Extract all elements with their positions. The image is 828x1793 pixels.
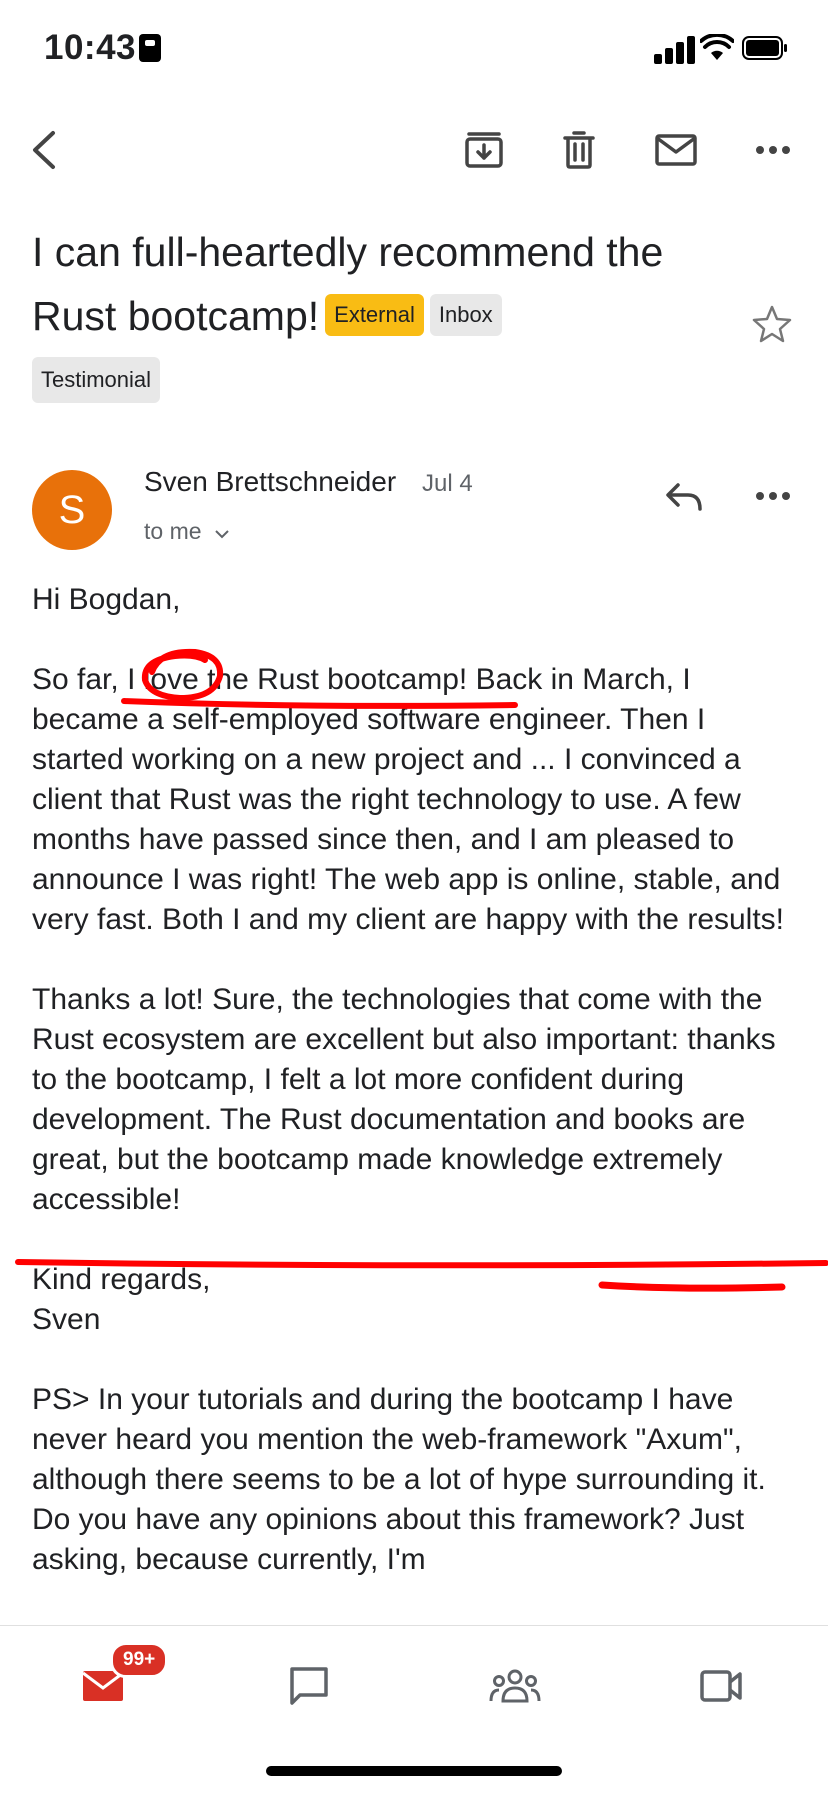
home-indicator[interactable]	[266, 1766, 562, 1776]
more-options-button[interactable]	[745, 122, 801, 178]
sim-card-icon	[139, 34, 161, 62]
status-time: 10:43	[44, 28, 137, 67]
mark-unread-button[interactable]	[648, 122, 704, 178]
email-body: Hi Bogdan, So far, I love the Rust bootc…	[32, 580, 802, 1620]
label-inbox[interactable]: Inbox	[429, 294, 502, 337]
chat-icon	[290, 1667, 328, 1705]
email-date: Jul 4	[422, 470, 473, 497]
mail-unread-badge: 99+	[110, 1642, 169, 1678]
avatar[interactable]: S	[32, 470, 112, 550]
archive-button[interactable]	[456, 122, 512, 178]
back-button[interactable]	[16, 122, 72, 178]
mail-icon	[655, 134, 697, 166]
spaces-icon	[489, 1669, 541, 1703]
video-icon	[700, 1670, 742, 1702]
trash-icon	[563, 131, 595, 169]
paragraph-1: So far, I love the Rust bootcamp! Back i…	[32, 660, 802, 940]
reply-icon	[666, 483, 702, 511]
more-icon	[756, 146, 790, 154]
nav-spaces[interactable]	[480, 1656, 550, 1716]
recipient-details-toggle[interactable]: to me	[144, 518, 230, 545]
label-row: Testimonial	[32, 357, 161, 403]
para1-rest: Back in March, I became a self-employed …	[32, 663, 785, 936]
sender-name[interactable]: Sven Brettschneider	[144, 466, 396, 498]
email-subject: I can full-heartedly recommend the Rust …	[32, 220, 732, 348]
postscript: PS> In your tutorials and during the boo…	[32, 1383, 766, 1576]
delete-button[interactable]	[551, 122, 607, 178]
chevron-down-icon	[215, 530, 229, 539]
star-button[interactable]	[744, 296, 800, 352]
more-icon	[756, 492, 790, 500]
closing-2: Sven	[32, 1303, 101, 1336]
nav-chat[interactable]	[274, 1656, 344, 1716]
greeting: Hi Bogdan,	[32, 583, 181, 616]
closing-1: Kind regards,	[32, 1263, 211, 1296]
wifi-icon	[700, 34, 734, 60]
nav-meet[interactable]	[686, 1656, 756, 1716]
message-more-button[interactable]	[745, 468, 801, 524]
label-testimonial[interactable]: Testimonial	[32, 357, 161, 403]
star-icon	[752, 305, 792, 343]
paragraph-2: Thanks a lot! Sure, the technologies tha…	[32, 980, 802, 1220]
battery-icon	[742, 36, 787, 60]
recipient-text: to me	[144, 518, 202, 544]
archive-icon	[465, 132, 503, 168]
label-external[interactable]: External	[325, 294, 424, 337]
back-arrow-icon	[33, 131, 55, 169]
reply-button[interactable]	[656, 468, 712, 524]
para1-highlight: I love the Rust bootcamp!	[127, 663, 468, 696]
para1-start: So far,	[32, 663, 128, 696]
